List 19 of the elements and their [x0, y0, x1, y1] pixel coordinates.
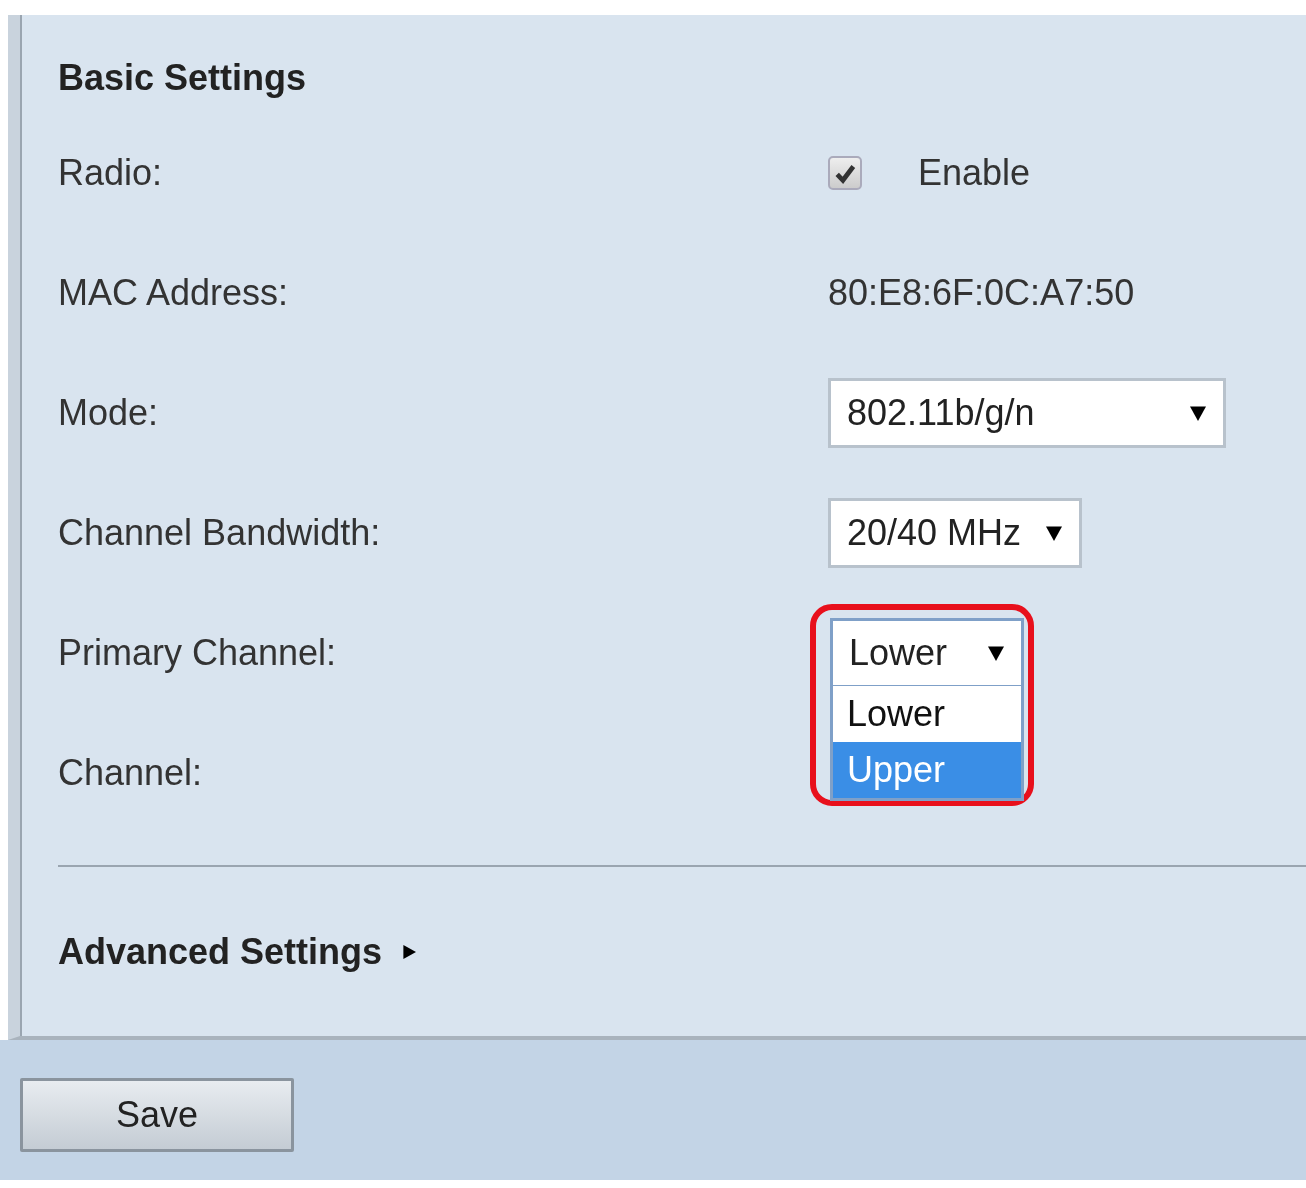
dropdown[interactable]: 20/40 MHz: [828, 498, 1083, 568]
checkbox-label: Enable: [918, 152, 1031, 194]
field-label: Channel Bandwidth:: [58, 512, 382, 554]
field-label: MAC Address:: [58, 272, 290, 314]
caret-icon: [987, 645, 1005, 661]
advanced-settings-toggle[interactable]: Advanced Settings: [58, 931, 417, 973]
dropdown[interactable]: 802.11b/g/n: [828, 378, 1226, 448]
field-value: 80:E8:6F:0C:A7:50: [828, 272, 1135, 314]
checkbox[interactable]: [828, 156, 862, 190]
section-title: Basic Settings: [58, 56, 308, 100]
field-label: Primary Channel:: [58, 632, 338, 674]
caret-icon: [1045, 525, 1064, 541]
field-label: Radio:: [58, 152, 164, 194]
dropdown-option[interactable]: Lower: [833, 686, 1021, 742]
field-label: Channel:: [58, 752, 204, 794]
dropdown[interactable]: Lower: [830, 618, 1024, 688]
caret-icon: [1189, 405, 1207, 421]
field-label: Mode:: [58, 392, 160, 434]
save-button[interactable]: Save: [20, 1078, 294, 1152]
